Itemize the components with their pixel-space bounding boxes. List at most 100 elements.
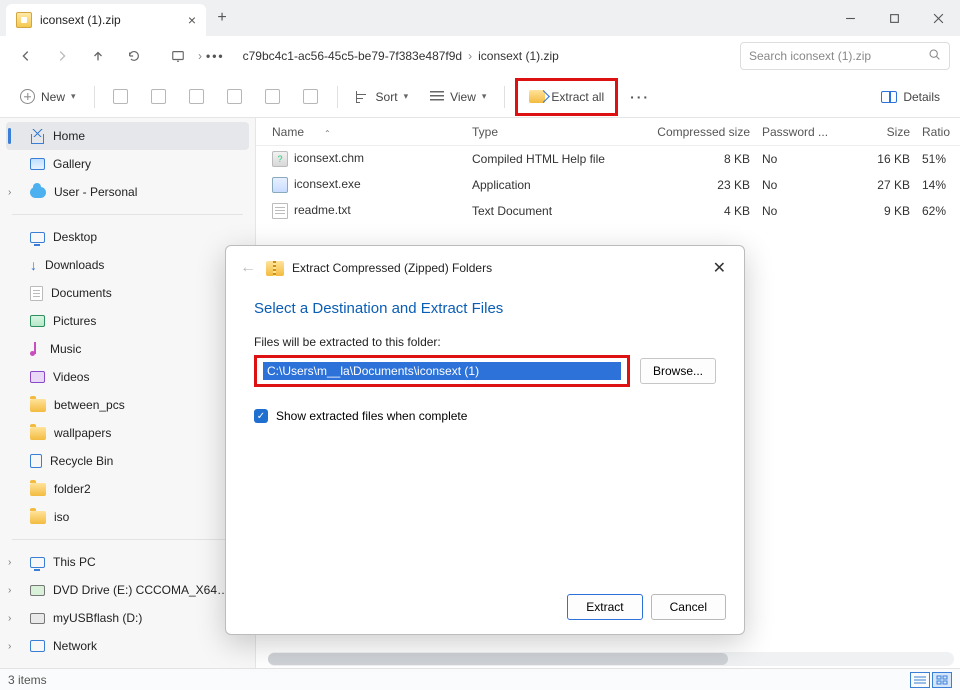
browse-button[interactable]: Browse... (640, 358, 716, 384)
share-button[interactable] (257, 82, 289, 112)
path-overflow-icon[interactable]: ••• (206, 49, 225, 63)
file-row[interactable]: iconsext.exe Application 23 KB No 27 KB … (256, 172, 960, 198)
txt-file-icon (272, 203, 288, 219)
extract-icon (529, 90, 545, 103)
network-icon (30, 640, 45, 652)
folder-icon (30, 511, 46, 524)
minimize-button[interactable] (828, 2, 872, 34)
extract-path-input[interactable]: C:\Users\m__la\Documents\iconsext (1) (263, 362, 621, 380)
chevron-right-icon[interactable]: › (8, 187, 11, 198)
scissors-icon (113, 89, 128, 104)
folder-icon (30, 399, 46, 412)
pictures-icon (30, 315, 45, 327)
maximize-button[interactable] (872, 2, 916, 34)
breadcrumb-part[interactable]: c79bc4c1-ac56-45c5-be79-7f383e487f9d (243, 49, 463, 63)
exe-file-icon (272, 177, 288, 193)
breadcrumb-part[interactable]: iconsext (1).zip (478, 49, 559, 63)
window-tab[interactable]: iconsext (1).zip × (6, 4, 206, 36)
folder-icon (30, 427, 46, 440)
address-bar: › ••• c79bc4c1-ac56-45c5-be79-7f383e487f… (0, 36, 960, 76)
extract-dialog: ← Extract Compressed (Zipped) Folders ✕ … (225, 245, 745, 635)
column-headers[interactable]: Name⌃ Type Compressed size Password ... … (256, 118, 960, 146)
chevron-right-icon[interactable]: › (8, 613, 11, 624)
sidebar-item-usb[interactable]: ›myUSBflash (D:) (0, 604, 255, 632)
sidebar-item-thispc[interactable]: ›This PC (0, 548, 255, 576)
col-password[interactable]: Password ... (762, 125, 842, 139)
back-button[interactable] (10, 40, 42, 72)
col-compressed[interactable]: Compressed size (632, 125, 762, 139)
show-files-checkbox[interactable]: ✓ (254, 409, 268, 423)
sidebar-item-home[interactable]: Home (6, 122, 249, 150)
more-button[interactable]: ··· (624, 82, 656, 112)
chevron-right-icon[interactable]: › (8, 641, 11, 652)
music-icon (30, 342, 42, 356)
details-view-toggle[interactable] (932, 672, 952, 688)
horizontal-scrollbar[interactable] (268, 652, 954, 666)
chevron-right-icon: › (198, 49, 202, 63)
chevron-right-icon[interactable]: › (8, 557, 11, 568)
search-box[interactable]: Search iconsext (1).zip (740, 42, 950, 70)
col-size[interactable]: Size (842, 125, 922, 139)
paste-button[interactable] (181, 82, 213, 112)
highlight-box: Extract all (515, 78, 618, 116)
sidebar-item-desktop[interactable]: Desktop (0, 223, 255, 251)
new-tab-button[interactable]: + (208, 4, 236, 32)
document-icon (30, 286, 43, 301)
sidebar-item-pictures[interactable]: Pictures (0, 307, 255, 335)
sidebar-item-folder[interactable]: iso (0, 503, 255, 531)
extract-all-button[interactable]: Extract all (521, 82, 612, 112)
item-count: 3 items (8, 673, 47, 687)
forward-button[interactable] (46, 40, 78, 72)
copy-button[interactable] (143, 82, 175, 112)
col-name[interactable]: Name⌃ (272, 125, 472, 139)
zip-folder-icon (16, 12, 32, 28)
file-row[interactable]: readme.txt Text Document 4 KB No 9 KB 62… (256, 198, 960, 224)
details-pane-button[interactable]: Details (873, 82, 948, 112)
delete-button[interactable] (295, 82, 327, 112)
disc-icon (30, 585, 45, 596)
dialog-back-button[interactable]: ← (240, 259, 256, 277)
sidebar-item-network[interactable]: ›Network (0, 632, 255, 660)
col-ratio[interactable]: Ratio (922, 125, 960, 139)
sidebar-item-downloads[interactable]: ↓Downloads (0, 251, 255, 279)
highlight-box: C:\Users\m__la\Documents\iconsext (1) (254, 355, 630, 387)
download-icon: ↓ (30, 257, 37, 273)
rename-button[interactable] (219, 82, 251, 112)
list-view-toggle[interactable] (910, 672, 930, 688)
location-icon[interactable] (162, 40, 194, 72)
cloud-icon (30, 187, 46, 198)
sidebar-item-folder[interactable]: between_pcs (0, 391, 255, 419)
refresh-button[interactable] (118, 40, 150, 72)
sidebar-item-dvd[interactable]: ›DVD Drive (E:) CCCOMA_X64FRE_EN-U (0, 576, 255, 604)
cancel-button[interactable]: Cancel (651, 594, 726, 620)
sort-button[interactable]: Sort▾ (348, 82, 417, 112)
sidebar-item-user[interactable]: ›User - Personal (0, 178, 255, 206)
extract-button[interactable]: Extract (567, 594, 642, 620)
sidebar-item-folder[interactable]: folder2 (0, 475, 255, 503)
sidebar-item-recycle[interactable]: Recycle Bin (0, 447, 255, 475)
recycle-icon (30, 454, 42, 468)
chevron-right-icon[interactable]: › (8, 585, 11, 596)
show-files-label: Show extracted files when complete (276, 409, 467, 423)
sidebar-item-videos[interactable]: Videos (0, 363, 255, 391)
scrollbar-thumb[interactable] (268, 653, 728, 665)
sidebar-item-folder[interactable]: wallpapers (0, 419, 255, 447)
col-type[interactable]: Type (472, 125, 632, 139)
chevron-right-icon: › (468, 49, 472, 63)
file-row[interactable]: iconsext.chm Compiled HTML Help file 8 K… (256, 146, 960, 172)
close-tab-icon[interactable]: × (188, 12, 196, 28)
view-icon (430, 91, 444, 103)
close-window-button[interactable] (916, 2, 960, 34)
view-button[interactable]: View▾ (422, 82, 494, 112)
sidebar-item-gallery[interactable]: Gallery (0, 150, 255, 178)
up-button[interactable] (82, 40, 114, 72)
sidebar-item-music[interactable]: Music (0, 335, 255, 363)
cut-button[interactable] (105, 82, 137, 112)
more-icon: ··· (630, 89, 650, 105)
new-button[interactable]: New▾ (12, 82, 84, 112)
home-icon (30, 129, 45, 144)
sidebar-item-documents[interactable]: Documents (0, 279, 255, 307)
dialog-close-button[interactable]: ✕ (709, 254, 730, 282)
share-icon (265, 89, 280, 104)
breadcrumb[interactable]: c79bc4c1-ac56-45c5-be79-7f383e487f9d › i… (237, 49, 736, 63)
